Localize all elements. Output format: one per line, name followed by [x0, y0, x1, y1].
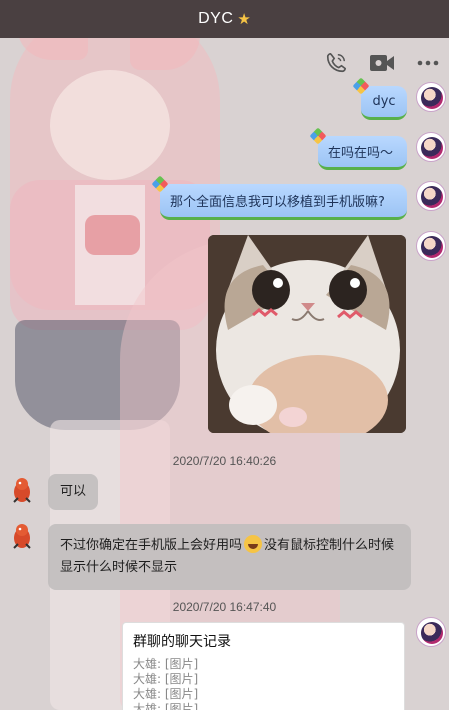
message-bubble-sent[interactable]: 在吗在吗～: [318, 136, 407, 170]
card-title: 群聊的聊天记录: [133, 634, 231, 650]
phone-icon[interactable]: [323, 50, 349, 76]
message-text: dyc: [372, 94, 396, 109]
avatar[interactable]: [416, 82, 446, 112]
message-bubble-received[interactable]: 不过你确定在手机版上会好用吗 没有鼠标控制什么时候 显示什么时候不显示: [48, 524, 411, 590]
avatar[interactable]: [10, 476, 34, 504]
card-line: 大雄: [图片]: [133, 687, 199, 701]
chat-toolbar: [323, 50, 441, 76]
more-icon[interactable]: [415, 50, 441, 76]
video-icon[interactable]: [369, 50, 395, 76]
avatar[interactable]: [416, 231, 446, 261]
card-line: 大雄: [图片]: [133, 702, 199, 710]
avatar[interactable]: [416, 617, 446, 647]
message-list[interactable]: dyc 在吗在吗～ 那个全面信息我可以移植到手机版嘛? 2020/7/20 16…: [0, 80, 449, 710]
chat-title: DYC: [198, 10, 234, 27]
message-text: 那个全面信息我可以移植到手机版嘛?: [170, 195, 385, 210]
laughing-emoji-icon: [244, 535, 263, 553]
message-text: 可以: [60, 484, 87, 499]
avatar[interactable]: [10, 522, 34, 550]
title-bar: DYC ★: [0, 0, 449, 38]
image-message-cat[interactable]: [208, 235, 406, 433]
message-bubble-sent[interactable]: 那个全面信息我可以移植到手机版嘛?: [160, 184, 407, 220]
message-text: 没有鼠标控制什么时候: [264, 538, 395, 553]
message-timestamp: 2020/7/20 16:47:40: [172, 600, 277, 614]
message-bubble-sent[interactable]: dyc: [361, 86, 407, 120]
message-timestamp: 2020/7/20 16:40:26: [172, 454, 277, 468]
star-icon: ★: [237, 10, 251, 28]
forwarded-chat-record-card[interactable]: 群聊的聊天记录 大雄: [图片] 大雄: [图片] 大雄: [图片] 大雄: […: [122, 622, 405, 710]
message-bubble-received[interactable]: 可以: [48, 474, 99, 510]
avatar[interactable]: [416, 181, 446, 211]
avatar[interactable]: [416, 132, 446, 162]
message-text: 在吗在吗～: [328, 146, 394, 161]
card-line: 大雄: [图片]: [133, 657, 199, 671]
card-line: 大雄: [图片]: [133, 672, 199, 686]
message-text: 显示什么时候不显示: [60, 560, 178, 575]
message-text: 不过你确定在手机版上会好用吗: [60, 538, 243, 553]
